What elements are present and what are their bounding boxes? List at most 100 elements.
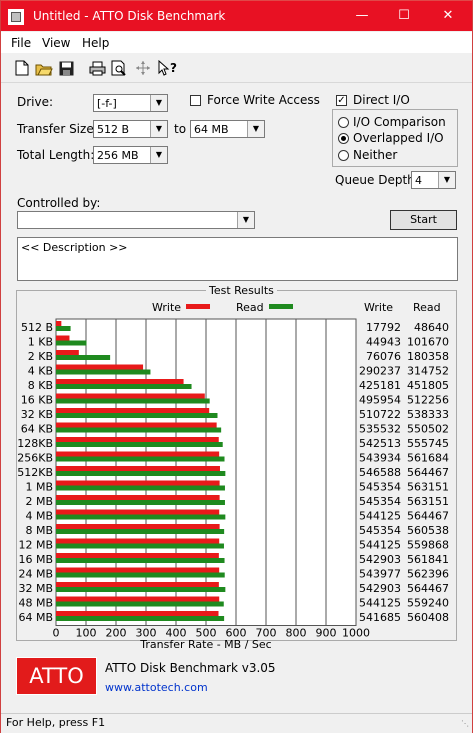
write-bar bbox=[56, 437, 219, 442]
category-label: 12 MB bbox=[18, 539, 53, 552]
read-column-header: Read bbox=[413, 301, 441, 314]
category-label: 2 MB bbox=[25, 495, 53, 508]
read-value: 564467 bbox=[407, 466, 449, 479]
read-bar bbox=[56, 456, 225, 462]
read-bar bbox=[56, 442, 223, 447]
read-value: 564467 bbox=[407, 510, 449, 523]
x-tick-label: 900 bbox=[316, 627, 337, 640]
write-bar bbox=[56, 408, 210, 413]
read-value: 564467 bbox=[407, 582, 449, 595]
write-bar bbox=[56, 335, 70, 341]
atto-logo-text: ATTO bbox=[29, 664, 84, 688]
write-value: 495954 bbox=[359, 394, 401, 407]
category-label: 1 KB bbox=[28, 336, 53, 349]
write-bar bbox=[56, 422, 217, 428]
write-bar bbox=[56, 553, 219, 558]
website-link[interactable]: www.attotech.com bbox=[105, 681, 208, 694]
read-bar bbox=[56, 558, 225, 563]
x-tick-label: 100 bbox=[76, 627, 97, 640]
read-bar bbox=[56, 471, 226, 476]
write-column-header: Write bbox=[364, 301, 393, 314]
category-label: 24 MB bbox=[18, 568, 53, 581]
write-value: 17792 bbox=[366, 321, 401, 334]
resize-grip-icon[interactable]: ⋱ bbox=[461, 719, 469, 728]
read-bar bbox=[56, 572, 225, 578]
write-bar bbox=[56, 611, 219, 616]
read-bar bbox=[56, 398, 210, 404]
write-bar bbox=[56, 538, 220, 544]
write-bar bbox=[56, 451, 220, 457]
write-bar bbox=[56, 596, 220, 602]
read-value: 563151 bbox=[407, 481, 449, 494]
write-value: 535532 bbox=[359, 423, 401, 436]
read-value: 559868 bbox=[407, 539, 449, 552]
legend-read-swatch bbox=[269, 304, 293, 309]
write-bar bbox=[56, 321, 62, 326]
category-label: 32 KB bbox=[21, 408, 53, 421]
category-label: 128KB bbox=[17, 437, 53, 450]
category-label: 512 B bbox=[21, 321, 53, 334]
write-value: 546588 bbox=[359, 466, 401, 479]
x-axis-title: Transfer Rate - MB / Sec bbox=[139, 638, 271, 651]
read-bar bbox=[56, 413, 218, 418]
write-bar bbox=[56, 466, 220, 471]
category-label: 64 KB bbox=[21, 423, 53, 436]
write-bar bbox=[56, 350, 79, 355]
product-name: ATTO Disk Benchmark v3.05 bbox=[105, 661, 276, 675]
read-bar bbox=[56, 326, 71, 331]
write-value: 544125 bbox=[359, 510, 401, 523]
results-chart: Write Read Write Read 0 100 200 300 400 500 60… bbox=[17, 301, 449, 651]
x-tick-label: 1000 bbox=[342, 627, 370, 640]
read-value: 101670 bbox=[407, 336, 449, 349]
write-value: 543977 bbox=[359, 568, 401, 581]
x-tick-label: 0 bbox=[53, 627, 60, 640]
read-value: 559240 bbox=[407, 597, 449, 610]
read-value: 563151 bbox=[407, 495, 449, 508]
read-value: 550502 bbox=[407, 423, 449, 436]
write-bar bbox=[56, 393, 205, 399]
category-label: 8 KB bbox=[28, 379, 53, 392]
read-value: 451805 bbox=[407, 379, 449, 392]
read-bar bbox=[56, 384, 192, 389]
read-bar bbox=[56, 369, 151, 375]
read-value: 538333 bbox=[407, 408, 449, 421]
legend-write-swatch bbox=[186, 304, 210, 309]
read-bar bbox=[56, 500, 225, 505]
read-bar bbox=[56, 427, 222, 433]
write-bar bbox=[56, 524, 220, 529]
read-bar bbox=[56, 529, 225, 534]
status-bar: For Help, press F1 ⋱ bbox=[1, 713, 472, 733]
write-value: 545354 bbox=[359, 495, 401, 508]
read-value: 314752 bbox=[407, 365, 449, 378]
read-bar bbox=[56, 355, 111, 360]
category-label: 4 MB bbox=[25, 510, 53, 523]
read-value: 561684 bbox=[407, 452, 449, 465]
read-value: 555745 bbox=[407, 437, 449, 450]
write-value: 510722 bbox=[359, 408, 401, 421]
write-bar bbox=[56, 379, 184, 384]
read-value: 48640 bbox=[414, 321, 449, 334]
write-bar bbox=[56, 582, 219, 587]
category-label: 32 MB bbox=[18, 582, 53, 595]
write-value: 290237 bbox=[359, 365, 401, 378]
write-value: 76076 bbox=[366, 350, 401, 363]
write-value: 44943 bbox=[366, 336, 401, 349]
legend-read-label: Read bbox=[236, 301, 264, 314]
write-value: 542903 bbox=[359, 553, 401, 566]
read-bar bbox=[56, 616, 225, 621]
category-label: 64 MB bbox=[18, 611, 53, 624]
category-label: 1 MB bbox=[25, 481, 53, 494]
read-value: 560408 bbox=[407, 611, 449, 624]
write-value: 545354 bbox=[359, 481, 401, 494]
legend-write-label: Write bbox=[152, 301, 181, 314]
category-label: 256KB bbox=[17, 452, 53, 465]
write-value: 544125 bbox=[359, 597, 401, 610]
category-label: 2 KB bbox=[28, 350, 53, 363]
read-value: 560538 bbox=[407, 524, 449, 537]
app-window: Untitled - ATTO Disk Benchmark — ☐ ✕ Fil… bbox=[0, 0, 473, 733]
x-tick-label: 800 bbox=[286, 627, 307, 640]
category-label: 512KB bbox=[17, 466, 53, 479]
write-value: 542903 bbox=[359, 582, 401, 595]
category-label: 16 KB bbox=[21, 394, 53, 407]
read-bar bbox=[56, 543, 224, 549]
